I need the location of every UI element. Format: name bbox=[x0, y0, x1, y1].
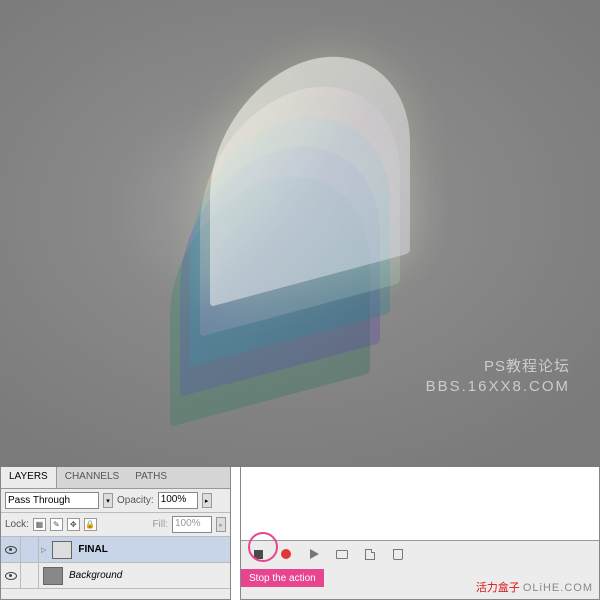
layer-name[interactable]: FINAL bbox=[76, 544, 107, 555]
watermark-top-2: BBS.16XX8.COM bbox=[426, 378, 570, 395]
lock-row: Lock: ▦ ✎ ✥ 🔒 Fill: 100% ▸ bbox=[1, 513, 230, 537]
fill-field: 100% bbox=[172, 516, 212, 533]
preview-image-area: PS教程论坛 BBS.16XX8.COM bbox=[0, 0, 600, 467]
stop-action-callout: Stop the action bbox=[241, 569, 324, 587]
panels-row: LAYERS CHANNELS PATHS ▾ Opacity: 100% ▸ … bbox=[0, 467, 600, 600]
layers-panel: LAYERS CHANNELS PATHS ▾ Opacity: 100% ▸ … bbox=[0, 467, 231, 600]
watermark-bottom: 活力盒子 OLiHE.COM bbox=[476, 579, 593, 595]
watermark-bottom-gray: OLiHE.COM bbox=[523, 582, 593, 594]
opacity-label: Opacity: bbox=[117, 495, 154, 506]
layer-name[interactable]: Background bbox=[67, 570, 122, 581]
layer-row[interactable]: ▷ FINAL bbox=[1, 537, 230, 563]
actions-content-area bbox=[241, 467, 599, 541]
fill-label: Fill: bbox=[152, 519, 168, 530]
record-icon bbox=[281, 549, 291, 559]
opacity-arrow-icon[interactable]: ▸ bbox=[202, 493, 212, 508]
visibility-toggle[interactable] bbox=[1, 537, 21, 562]
lock-position-icon[interactable]: ✥ bbox=[67, 518, 80, 531]
watermark-top-1: PS教程论坛 bbox=[484, 355, 570, 376]
folder-thumb-icon bbox=[52, 541, 72, 559]
panel-tabs: LAYERS CHANNELS PATHS bbox=[1, 467, 230, 489]
lock-pixels-icon[interactable]: ✎ bbox=[50, 518, 63, 531]
glass-3d-letter bbox=[130, 50, 410, 400]
fill-arrow-icon: ▸ bbox=[216, 517, 226, 532]
blend-mode-row: ▾ Opacity: 100% ▸ bbox=[1, 489, 230, 513]
watermark-bottom-red: 活力盒子 bbox=[476, 582, 520, 594]
bg-thumb-icon bbox=[43, 567, 63, 585]
lock-label: Lock: bbox=[5, 519, 29, 530]
actions-panel: Stop the action 活力盒子 OLiHE.COM bbox=[240, 467, 600, 600]
new-set-button[interactable] bbox=[335, 547, 349, 561]
record-button[interactable] bbox=[279, 547, 293, 561]
blend-dropdown-arrow-icon[interactable]: ▾ bbox=[103, 493, 113, 508]
lock-transparent-icon[interactable]: ▦ bbox=[33, 518, 46, 531]
opacity-field[interactable]: 100% bbox=[158, 492, 198, 509]
panel-divider bbox=[231, 467, 240, 600]
play-icon bbox=[310, 549, 319, 559]
lock-all-icon[interactable]: 🔒 bbox=[84, 518, 97, 531]
new-page-icon bbox=[365, 549, 375, 560]
play-button[interactable] bbox=[307, 547, 321, 561]
folder-icon bbox=[336, 550, 348, 559]
link-cell[interactable] bbox=[21, 537, 39, 562]
actions-toolbar bbox=[241, 541, 599, 567]
tab-channels[interactable]: CHANNELS bbox=[57, 467, 127, 488]
new-action-button[interactable] bbox=[363, 547, 377, 561]
layer-row[interactable]: Background bbox=[1, 563, 230, 589]
tab-layers[interactable]: LAYERS bbox=[1, 467, 57, 488]
eye-icon bbox=[5, 572, 17, 580]
delete-button[interactable] bbox=[391, 547, 405, 561]
visibility-toggle[interactable] bbox=[1, 563, 21, 588]
eye-icon bbox=[5, 546, 17, 554]
tab-paths[interactable]: PATHS bbox=[127, 467, 175, 488]
stop-button[interactable] bbox=[251, 547, 265, 561]
link-cell[interactable] bbox=[21, 563, 39, 588]
expand-triangle-icon[interactable]: ▷ bbox=[41, 546, 46, 554]
trash-icon bbox=[393, 549, 403, 560]
stop-icon bbox=[254, 550, 263, 559]
blend-mode-select[interactable] bbox=[5, 492, 99, 509]
